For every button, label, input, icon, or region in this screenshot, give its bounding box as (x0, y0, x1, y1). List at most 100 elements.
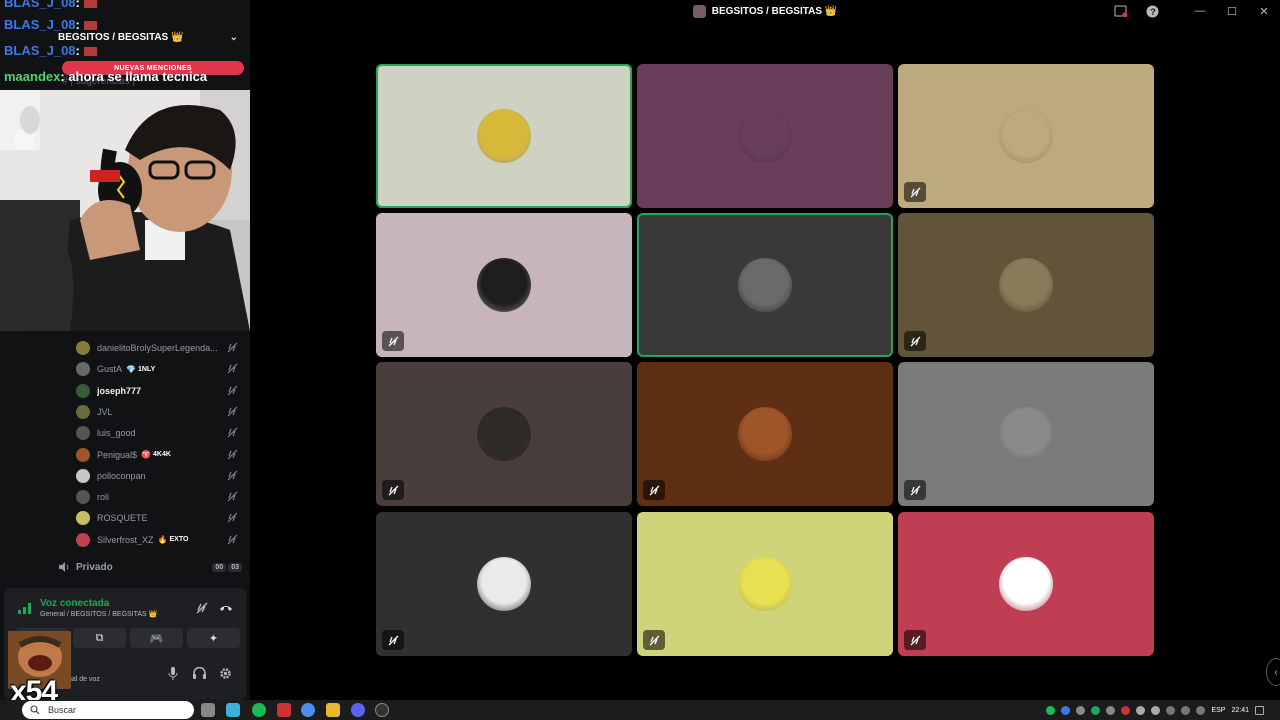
chrome-icon[interactable] (301, 703, 315, 717)
tray-spotify-icon[interactable] (1046, 705, 1056, 715)
minimize-button[interactable]: — (1184, 0, 1216, 22)
discord-icon[interactable] (351, 703, 365, 717)
muted-icon (227, 491, 238, 502)
voice-channel-privado[interactable]: Privado 00 03 (58, 558, 242, 576)
soundboard-button[interactable]: ✦ (187, 628, 240, 648)
noise-suppression-icon[interactable] (194, 600, 210, 616)
avatar (76, 490, 90, 505)
help-icon[interactable]: ? (1136, 0, 1168, 22)
app-icon-red[interactable] (277, 703, 291, 717)
avatar (76, 404, 90, 419)
participant-tile[interactable] (376, 64, 632, 208)
disconnect-icon[interactable] (218, 600, 234, 616)
notifications-icon[interactable] (1255, 705, 1264, 715)
overlay-latest-message: maandex: ahora se llama tecnica (4, 69, 207, 84)
muted-icon (904, 182, 926, 202)
inbox-icon[interactable] (1104, 0, 1136, 22)
voice-location[interactable]: General / BEGSITOS / BEGSITAS 👑 (40, 610, 157, 618)
tray-app-icon[interactable] (1151, 705, 1161, 715)
participant-tile[interactable] (898, 362, 1154, 506)
search-icon (30, 705, 40, 715)
participant-avatar (999, 407, 1053, 461)
participant-tile[interactable] (637, 64, 893, 208)
tray-app-icon[interactable] (1091, 705, 1101, 715)
tray-app-icon[interactable] (1121, 705, 1131, 715)
participant-avatar (477, 557, 531, 611)
voice-member[interactable]: joseph777 (76, 381, 242, 401)
screen-share-button[interactable]: ⧉ (73, 628, 126, 648)
voice-member[interactable]: JVL (76, 402, 242, 422)
muted-icon (227, 470, 238, 481)
voice-status[interactable]: Voz conectada (40, 598, 109, 609)
webcam-feed (0, 90, 281, 331)
participant-tile[interactable] (898, 512, 1154, 656)
participant-avatar (477, 109, 531, 163)
spotify-icon[interactable] (252, 703, 266, 717)
avatar (76, 511, 90, 526)
tray-app-icon[interactable] (1076, 705, 1086, 715)
taskbar-search[interactable]: Buscar (22, 701, 194, 719)
muted-icon (227, 427, 238, 438)
member-name: joseph777 (97, 385, 142, 396)
participant-tile[interactable] (637, 512, 893, 656)
tray-app-icon[interactable] (1136, 705, 1146, 715)
member-name: JVL (97, 406, 113, 417)
headphones-icon[interactable] (192, 666, 206, 680)
muted-icon (227, 534, 238, 545)
chevron-left-icon[interactable]: ‹ (1266, 658, 1280, 686)
member-name: Silverfrost_XZ (97, 534, 154, 545)
keyboard-language[interactable]: ESP (1211, 707, 1225, 714)
tray-mic-icon[interactable] (1166, 705, 1176, 715)
tag-icon: 💎 (126, 364, 136, 374)
tag-label: 4K4K (153, 451, 171, 458)
voice-member[interactable]: Silverfrost_XZ 🔥 EXTO (76, 530, 242, 550)
tray-network-icon[interactable] (1181, 705, 1191, 715)
obs-icon[interactable] (375, 703, 389, 717)
participant-tile[interactable] (376, 512, 632, 656)
tray-app-icon[interactable] (1061, 705, 1071, 715)
participant-tile[interactable] (376, 362, 632, 506)
signal-icon[interactable] (18, 602, 32, 614)
voice-member[interactable]: roli (76, 487, 242, 507)
tray-volume-icon[interactable] (1196, 705, 1206, 715)
activities-button[interactable]: 🎮 (130, 628, 183, 648)
tag-label: 1NLY (137, 365, 156, 373)
server-name: BEGSITOS / BEGSITAS 👑 (58, 31, 184, 43)
avatar (76, 447, 90, 462)
close-button[interactable]: ✕ (1248, 0, 1280, 22)
participant-avatar (738, 407, 792, 461)
participant-tile[interactable] (637, 213, 893, 357)
maximize-button[interactable]: ☐ (1216, 0, 1248, 22)
muted-icon (904, 630, 926, 650)
file-explorer-icon[interactable] (326, 703, 340, 717)
voice-member[interactable]: danielitoBrolySuperLegenda... (76, 338, 242, 358)
muted-icon (382, 630, 404, 650)
start-icon[interactable] (4, 703, 18, 717)
voice-member[interactable]: GustA 💎 1NLY (76, 359, 242, 379)
speaker-icon (59, 562, 69, 572)
flag-icon (83, 21, 97, 31)
muted-icon (227, 342, 238, 353)
tray-app-icon[interactable] (1106, 705, 1116, 715)
participant-tile[interactable] (376, 213, 632, 357)
microphone-icon[interactable] (166, 666, 180, 680)
windows-taskbar: Buscar ESP 22:41 (0, 700, 1280, 720)
voice-member[interactable]: Penigual$ ♈ 4K4K (76, 445, 242, 465)
chevron-down-icon[interactable]: ⌄ (230, 32, 238, 43)
voice-member[interactable]: ROSQUETE (76, 508, 242, 528)
system-tray: ESP 22:41 (1046, 700, 1264, 720)
tag-icon: ♈ (141, 450, 152, 459)
participant-tile[interactable] (637, 362, 893, 506)
settings-gear-icon[interactable] (218, 666, 232, 680)
widgets-icon[interactable] (226, 703, 240, 717)
avatar (76, 341, 90, 355)
participant-tile[interactable] (898, 64, 1154, 208)
voice-member[interactable]: luis_good (76, 423, 242, 443)
muted-icon (904, 331, 926, 351)
chat-sep: : (75, 43, 80, 58)
muted-icon (643, 480, 665, 500)
clock[interactable]: 22:41 (1231, 707, 1249, 714)
participant-tile[interactable] (898, 213, 1154, 357)
task-view-icon[interactable] (201, 703, 215, 717)
voice-member[interactable]: polloconpan (76, 466, 242, 486)
